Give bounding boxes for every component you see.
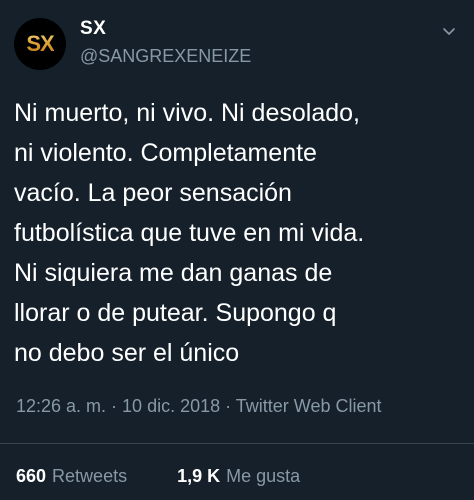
likes-count: 1,9 K: [177, 466, 221, 486]
retweets-stat[interactable]: 660 Retweets: [16, 466, 132, 486]
likes-stat[interactable]: 1,9 K Me gusta: [172, 466, 300, 486]
chevron-down-icon[interactable]: [442, 24, 456, 38]
tweet-text: Ni muerto, ni vivo. Ni desolado, ni viol…: [14, 99, 365, 367]
retweets-label: Retweets: [52, 466, 128, 486]
avatar[interactable]: SX: [14, 18, 66, 70]
tweet-card: SX SX @SANGREXENEIZE Ni muerto, ni vivo.…: [0, 0, 474, 500]
divider: [0, 443, 474, 444]
retweets-count: 660: [16, 466, 47, 486]
user-handle[interactable]: @SANGREXENEIZE: [80, 46, 251, 67]
tweet-timestamp[interactable]: 12:26 a. m. · 10 dic. 2018 · Twitter Web…: [16, 396, 382, 417]
likes-label: Me gusta: [226, 466, 301, 486]
avatar-logo: SX: [26, 31, 54, 56]
tweet-stats: 660 Retweets 1,9 K Me gusta: [16, 466, 300, 487]
display-name[interactable]: SX: [80, 18, 106, 40]
